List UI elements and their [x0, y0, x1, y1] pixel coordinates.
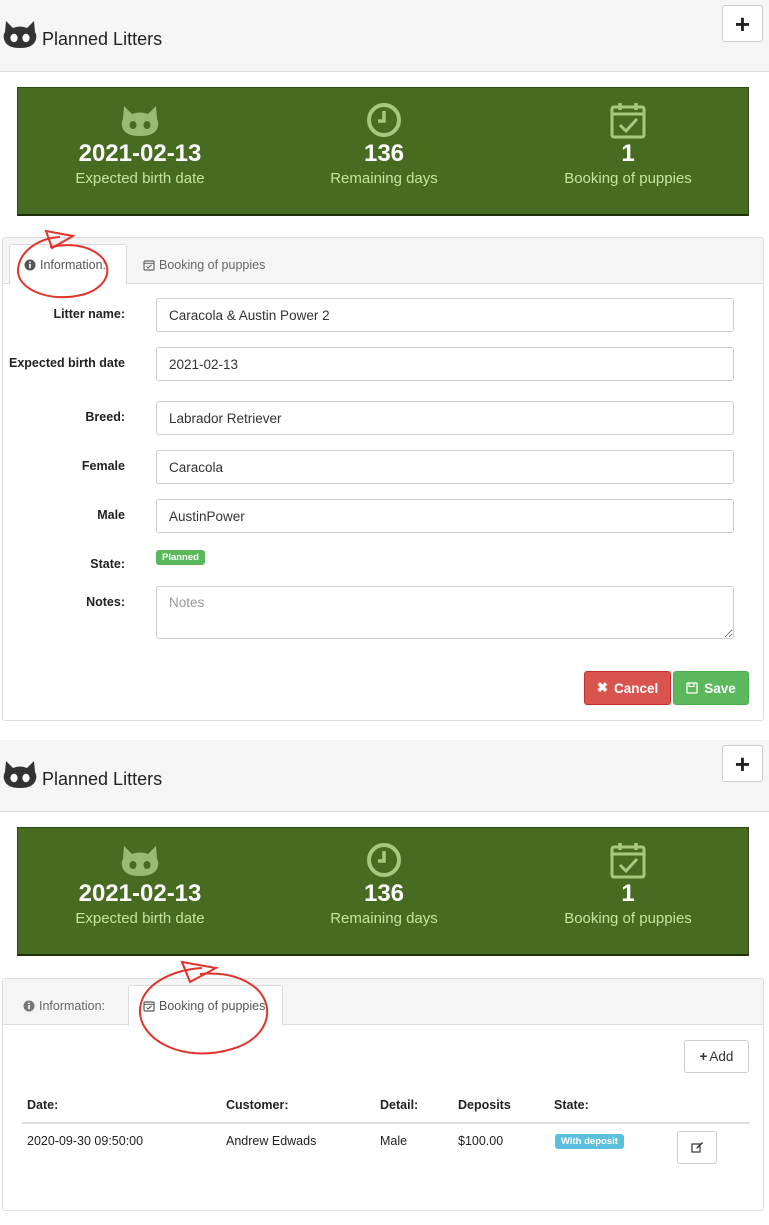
plus-icon: + — [734, 748, 751, 779]
tab-label: Information: — [40, 257, 107, 272]
male-label: Male — [97, 508, 125, 522]
add-booking-button[interactable]: + Add — [684, 1040, 749, 1073]
state-badge: With deposit — [555, 1134, 624, 1149]
column-header-customer: Customer: — [226, 1098, 289, 1112]
add-litter-button[interactable]: + — [722, 745, 763, 782]
stat-remaining-days: 136 Remaining days — [262, 88, 506, 217]
cancel-button[interactable]: ✖ Cancel — [584, 671, 671, 705]
column-header-state: State: — [554, 1098, 589, 1112]
save-button-label: Save — [704, 680, 736, 696]
stat-label: Remaining days — [330, 910, 438, 927]
male-input[interactable] — [156, 499, 734, 533]
stats-panel: 2021-02-13 Expected birth date 136 Remai… — [17, 87, 749, 216]
clock-icon — [367, 103, 401, 137]
save-button[interactable]: Save — [673, 671, 749, 705]
save-icon — [686, 682, 698, 694]
cell-date: 2020-09-30 09:50:00 — [27, 1134, 144, 1148]
tab-bar: Information: Booking of puppies — [3, 979, 763, 1026]
page-header: Planned Litters + — [0, 0, 769, 72]
stat-label: Booking of puppies — [564, 910, 692, 927]
female-input[interactable] — [156, 450, 734, 484]
page-title: Planned Litters — [42, 29, 163, 49]
tab-information[interactable]: Information: — [9, 985, 119, 1026]
add-booking-label: Add — [709, 1049, 734, 1064]
tab-information[interactable]: Information: — [9, 244, 127, 285]
table-header-divider — [22, 1122, 750, 1124]
cat-icon — [121, 106, 159, 136]
litter-name-input[interactable] — [156, 298, 734, 332]
litter-tabs-box: Information: Booking of puppies + Add Da… — [2, 978, 764, 1211]
stat-value: 136 — [363, 140, 405, 167]
edit-icon — [690, 1142, 703, 1153]
column-header-deposits: Deposits — [458, 1098, 511, 1112]
stat-label: Booking of puppies — [564, 170, 692, 187]
cell-customer: Andrew Edwads — [226, 1134, 317, 1148]
calendar-check-icon — [610, 843, 646, 879]
stat-expected-birth: 2021-02-13 Expected birth date — [18, 828, 262, 957]
stat-remaining-days: 136 Remaining days — [262, 828, 506, 957]
expected-birth-date-label: Expected birth date — [9, 356, 125, 370]
cat-logo-icon — [3, 21, 37, 48]
page-title: Planned Litters — [42, 769, 163, 789]
litter-name-label: Litter name: — [53, 307, 125, 321]
close-icon: ✖ — [596, 680, 609, 695]
column-header-date: Date: — [27, 1098, 59, 1112]
plus-icon: + — [699, 1049, 708, 1064]
stat-label: Expected birth date — [75, 170, 205, 187]
stat-value: 2021-02-13 — [78, 140, 202, 167]
tab-booking[interactable]: Booking of puppies — [129, 244, 279, 285]
tab-label: Booking of puppies — [159, 998, 266, 1013]
calendar-check-icon — [143, 259, 155, 271]
info-icon — [23, 1000, 35, 1011]
info-icon — [24, 259, 36, 270]
clock-icon — [367, 843, 401, 877]
breed-label: Breed: — [85, 410, 125, 424]
stat-value: 2021-02-13 — [78, 880, 202, 907]
edit-booking-button[interactable] — [677, 1131, 717, 1164]
tab-booking[interactable]: Booking of puppies — [128, 985, 283, 1026]
state-label: State: — [90, 557, 125, 571]
plus-icon: + — [734, 8, 751, 39]
stats-panel: 2021-02-13 Expected birth date 136 Remai… — [17, 827, 749, 956]
column-header-detail: Detail: — [380, 1098, 419, 1112]
tab-label: Information: — [39, 998, 106, 1013]
stat-value: 1 — [621, 880, 635, 907]
cell-deposits: $100.00 — [458, 1134, 504, 1148]
cell-detail: Male — [380, 1134, 408, 1148]
stat-value: 1 — [621, 140, 635, 167]
stat-label: Remaining days — [330, 170, 438, 187]
notes-label: Notes: — [86, 595, 125, 609]
expected-birth-date-input[interactable] — [156, 347, 734, 381]
litter-tabs-box: Information: Booking of puppies Litter n… — [2, 237, 764, 721]
stat-value: 136 — [363, 880, 405, 907]
screen-booking: Planned Litters + 2021-02-13 Expected bi… — [0, 740, 769, 1225]
notes-textarea[interactable] — [156, 586, 734, 639]
cat-icon — [121, 846, 159, 876]
page-header: Planned Litters + — [0, 740, 769, 812]
add-litter-button[interactable]: + — [722, 5, 763, 42]
breed-input[interactable] — [156, 401, 734, 435]
female-label: Female — [81, 459, 125, 473]
stat-bookings: 1 Booking of puppies — [506, 828, 750, 957]
calendar-check-icon — [610, 103, 646, 139]
stat-expected-birth: 2021-02-13 Expected birth date — [18, 88, 262, 217]
cancel-button-label: Cancel — [614, 680, 659, 696]
screen-information: Planned Litters + 2021-02-13 Expected bi… — [0, 0, 769, 740]
tab-bar: Information: Booking of puppies — [3, 238, 763, 285]
stat-label: Expected birth date — [75, 910, 205, 927]
stat-bookings: 1 Booking of puppies — [506, 88, 750, 217]
cat-logo-icon — [3, 761, 37, 788]
tab-label: Booking of puppies — [159, 257, 266, 272]
state-badge: Planned — [156, 550, 205, 565]
calendar-check-icon — [143, 1000, 155, 1012]
